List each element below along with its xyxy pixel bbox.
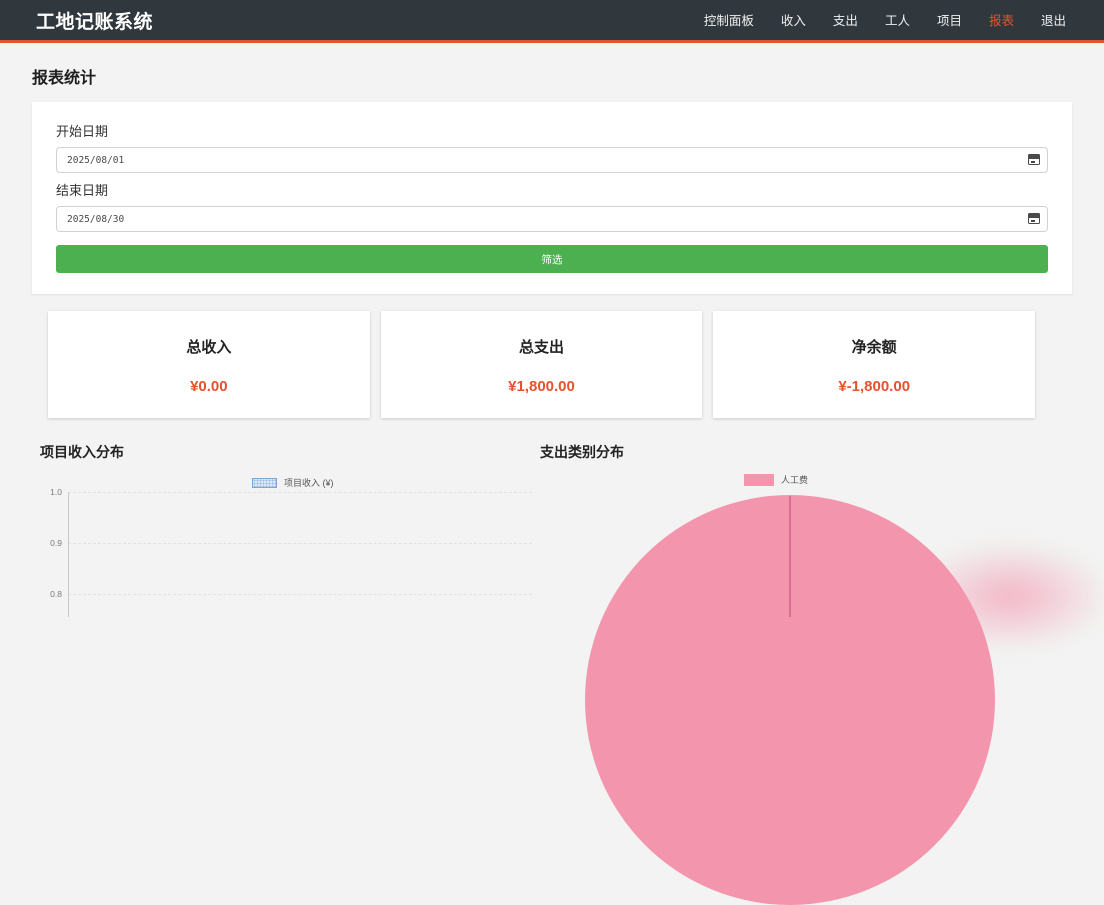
end-date-label: 结束日期 <box>56 180 1048 199</box>
income-chart-legend[interactable]: 项目收入 (¥) <box>252 476 334 489</box>
gridline <box>68 543 532 544</box>
summary-card-total-income: 总收入 ¥0.00 <box>48 311 370 418</box>
card-value: ¥1,800.00 <box>381 378 703 395</box>
nav-item-dashboard[interactable]: 控制面板 <box>704 14 754 28</box>
filter-submit-button[interactable]: 筛选 <box>56 245 1048 273</box>
nav-item-reports[interactable]: 报表 <box>989 14 1014 28</box>
nav-menu: 控制面板 收入 支出 工人 项目 报表 退出 <box>704 10 1066 30</box>
legend-label: 项目收入 (¥) <box>284 476 334 489</box>
top-navbar: 工地记账系统 控制面板 收入 支出 工人 项目 报表 退出 <box>0 0 1104 43</box>
nav-item-expense[interactable]: 支出 <box>833 14 858 28</box>
nav-item-logout[interactable]: 退出 <box>1041 14 1066 28</box>
start-date-wrap <box>56 147 1048 173</box>
calendar-icon[interactable] <box>1028 213 1040 224</box>
legend-label: 人工费 <box>781 473 808 486</box>
bar-legend-swatch-icon <box>252 478 277 488</box>
gridline <box>68 594 532 595</box>
pie-legend-swatch-icon <box>744 474 774 486</box>
main-content: 报表统计 开始日期 结束日期 筛选 总收入 ¥0.00 总支出 ¥1,800.0… <box>0 64 1104 418</box>
pie-slice-divider <box>789 496 791 617</box>
expense-chart-legend[interactable]: 人工费 <box>744 473 808 486</box>
charts-row: 项目收入分布 项目收入 (¥) 1.0 0.9 0.8 支出类别分布 人工费 <box>0 436 1104 617</box>
end-date-wrap <box>56 206 1048 232</box>
y-axis-line <box>68 492 69 617</box>
summary-card-total-expense: 总支出 ¥1,800.00 <box>381 311 703 418</box>
page-title: 报表统计 <box>32 64 1072 88</box>
card-value: ¥-1,800.00 <box>713 378 1035 395</box>
calendar-icon[interactable] <box>1028 154 1040 165</box>
start-date-label: 开始日期 <box>56 121 1048 140</box>
nav-item-workers[interactable]: 工人 <box>885 14 910 28</box>
nav-item-income[interactable]: 收入 <box>781 14 806 28</box>
y-axis-tick: 0.9 <box>28 538 62 548</box>
start-date-input[interactable] <box>56 147 1048 173</box>
card-title: 总支出 <box>381 336 703 357</box>
summary-card-net-balance: 净余额 ¥-1,800.00 <box>713 311 1035 418</box>
card-title: 总收入 <box>48 336 370 357</box>
app-title[interactable]: 工地记账系统 <box>36 7 153 34</box>
y-axis-tick: 1.0 <box>28 487 62 497</box>
nav-item-projects[interactable]: 项目 <box>937 14 962 28</box>
gridline <box>68 492 532 493</box>
summary-cards-row: 总收入 ¥0.00 总支出 ¥1,800.00 净余额 ¥-1,800.00 <box>48 311 1035 418</box>
end-date-input[interactable] <box>56 206 1048 232</box>
income-chart-title: 项目收入分布 <box>40 442 124 462</box>
expense-chart-title: 支出类别分布 <box>540 442 624 462</box>
card-title: 净余额 <box>713 336 1035 357</box>
card-value: ¥0.00 <box>48 378 370 395</box>
y-axis-tick: 0.8 <box>28 589 62 599</box>
date-filter-panel: 开始日期 结束日期 筛选 <box>32 102 1072 294</box>
